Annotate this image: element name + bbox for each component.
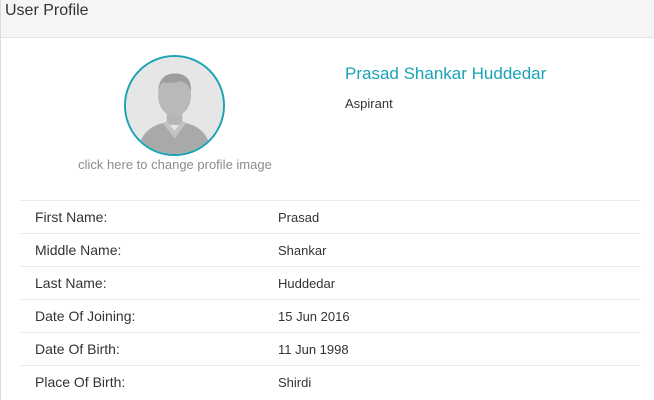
detail-value: 15 Jun 2016	[278, 308, 350, 324]
user-profile-panel: User Profile click here to change profil…	[0, 0, 654, 400]
detail-value: 11 Jun 1998	[278, 341, 349, 357]
default-user-avatar-icon	[126, 57, 223, 154]
detail-label: First Name:	[35, 209, 108, 225]
profile-role: Aspirant	[345, 96, 393, 111]
detail-row-middle-name: Middle Name: Shankar	[20, 233, 641, 266]
detail-row-date-of-birth: Date Of Birth: 11 Jun 1998	[20, 332, 641, 365]
profile-avatar[interactable]	[124, 55, 225, 156]
panel-header: User Profile	[1, 0, 654, 38]
detail-label: Date Of Birth:	[35, 341, 120, 357]
detail-value: Huddedar	[278, 275, 336, 291]
profile-details-table: First Name: Prasad Middle Name: Shankar …	[20, 200, 641, 398]
profile-full-name: Prasad Shankar Huddedar	[345, 64, 547, 83]
detail-row-date-of-joining: Date Of Joining: 15 Jun 2016	[20, 299, 641, 332]
detail-value: Shirdi	[278, 374, 312, 390]
page-title: User Profile	[5, 2, 89, 19]
detail-row-place-of-birth: Place Of Birth: Shirdi	[20, 365, 641, 398]
detail-row-last-name: Last Name: Huddedar	[20, 266, 641, 299]
detail-label: Date Of Joining:	[35, 308, 136, 324]
detail-row-first-name: First Name: Prasad	[20, 200, 641, 233]
detail-label: Last Name:	[35, 275, 107, 291]
detail-value: Shankar	[278, 242, 327, 258]
detail-label: Middle Name:	[35, 242, 122, 258]
profile-summary: click here to change profile image Prasa…	[1, 38, 654, 200]
detail-label: Place Of Birth:	[35, 374, 126, 390]
change-profile-image-link[interactable]: click here to change profile image	[65, 157, 285, 172]
detail-value: Prasad	[278, 209, 320, 225]
